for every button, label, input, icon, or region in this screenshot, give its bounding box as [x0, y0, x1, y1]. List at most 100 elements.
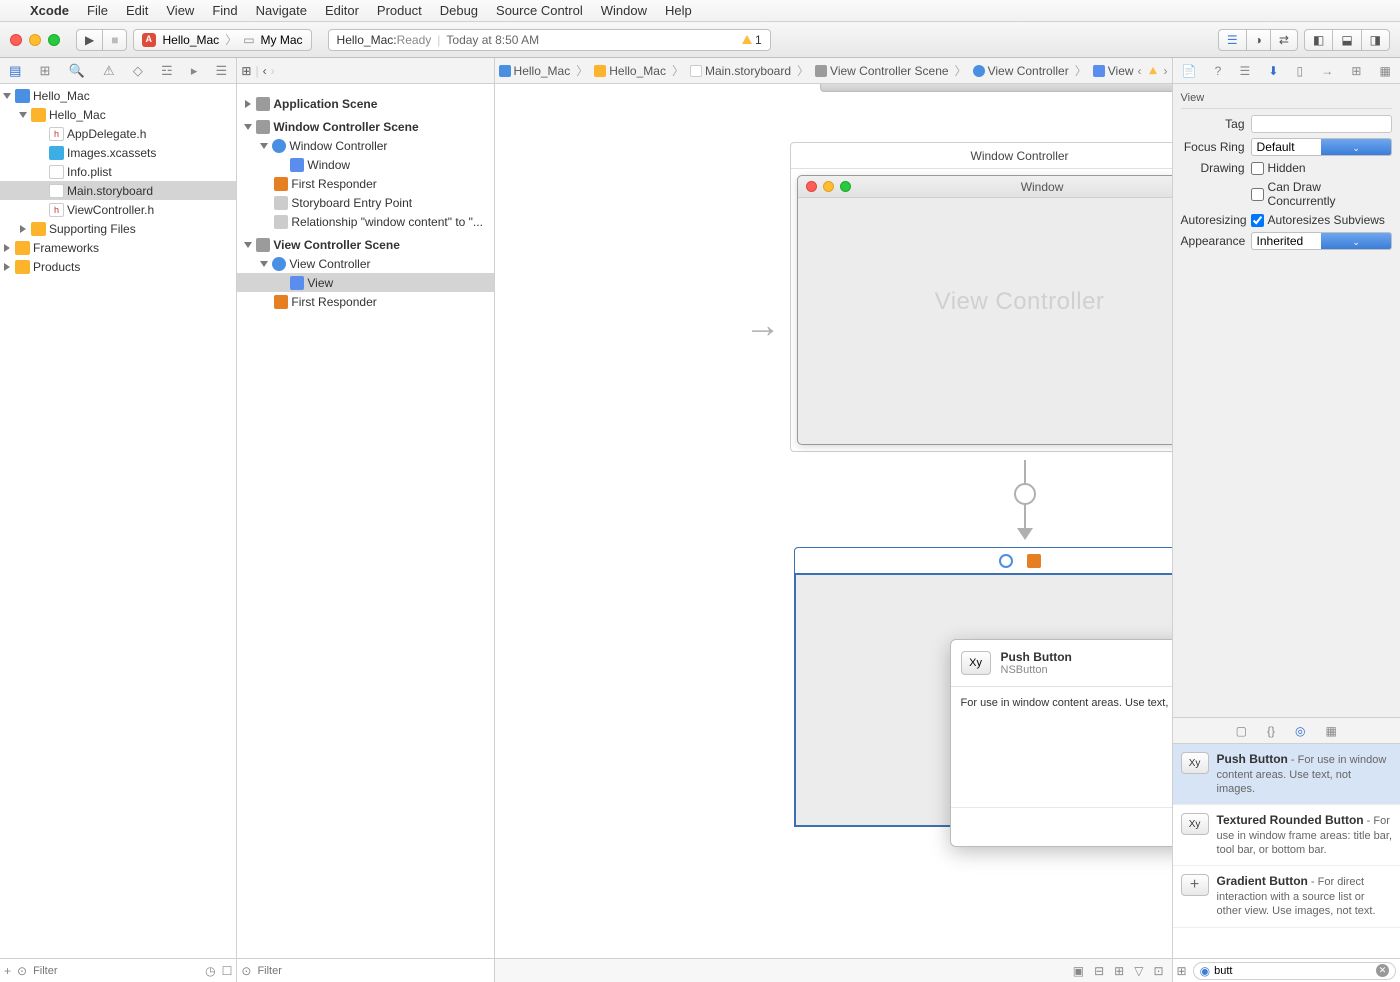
hidden-checkbox[interactable] — [1251, 162, 1264, 175]
window-preview[interactable]: Window View Controller — [797, 175, 1172, 445]
toggle-utilities-button[interactable]: ◨ — [1361, 29, 1390, 51]
add-button[interactable]: + — [4, 964, 11, 978]
tree-row[interactable]: Main.storyboard — [0, 181, 236, 200]
outline-row[interactable]: Application Scene — [237, 94, 493, 113]
appearance-select[interactable]: Inherited (Aqua)⌄ — [1251, 232, 1392, 250]
outline-row[interactable]: Window Controller — [237, 136, 493, 155]
effects-inspector-tab[interactable]: ▦ — [1379, 64, 1390, 78]
grid-view-button[interactable]: ⊞ — [1177, 964, 1187, 978]
navigator-filter-input[interactable] — [33, 965, 199, 977]
code-snippet-tab[interactable]: {} — [1267, 724, 1275, 738]
outline-row[interactable]: First Responder — [237, 292, 493, 311]
outline-tree[interactable]: Application Scene Window Controller Scene… — [237, 84, 493, 958]
resizing-button[interactable]: ⊡ — [1153, 964, 1163, 978]
clear-search-button[interactable]: ✕ — [1376, 964, 1389, 977]
menu-editor[interactable]: Editor — [325, 3, 359, 18]
tree-row[interactable]: Supporting Files — [0, 219, 236, 238]
close-button[interactable] — [10, 34, 22, 46]
tree-row[interactable]: Frameworks — [0, 238, 236, 257]
menu-product[interactable]: Product — [377, 3, 422, 18]
activity-viewer[interactable]: Hello_Mac: Ready | Today at 8:50 AM 1 — [328, 29, 771, 51]
pin-button[interactable]: ⊞ — [1114, 964, 1124, 978]
project-tree[interactable]: Hello_MacHello_MachAppDelegate.hImages.x… — [0, 84, 236, 958]
toggle-outline-button[interactable]: ▣ — [1073, 964, 1084, 978]
tree-row[interactable]: hAppDelegate.h — [0, 124, 236, 143]
jump-forward-button[interactable]: › — [1164, 64, 1168, 78]
tag-input[interactable] — [1251, 115, 1392, 133]
identity-inspector-tab[interactable]: ☰ — [1239, 64, 1250, 78]
toggle-debug-button[interactable]: ⬓ — [1332, 29, 1360, 51]
menu-file[interactable]: File — [87, 3, 108, 18]
warnings-indicator[interactable]: 1 — [742, 33, 762, 47]
size-inspector-tab[interactable]: ▯ — [1296, 64, 1303, 78]
related-items-button[interactable]: ⊞ — [241, 64, 251, 78]
tree-row[interactable]: Hello_Mac — [0, 86, 236, 105]
quickhelp-inspector-tab[interactable]: ? — [1215, 64, 1222, 78]
menu-find[interactable]: Find — [212, 3, 237, 18]
zoom-button[interactable] — [48, 34, 60, 46]
back-button[interactable]: ‹ — [263, 64, 267, 78]
segue-arrow[interactable] — [1010, 460, 1040, 540]
menu-window[interactable]: Window — [601, 3, 647, 18]
menu-navigate[interactable]: Navigate — [256, 3, 307, 18]
file-inspector-tab[interactable]: 📄 — [1182, 64, 1197, 78]
outline-row[interactable]: First Responder — [237, 174, 493, 193]
library-list[interactable]: XyPush Button - For use in window conten… — [1173, 744, 1400, 958]
jump-back-button[interactable]: ‹ — [1138, 64, 1142, 78]
first-responder-icon[interactable] — [1027, 554, 1041, 568]
outline-row[interactable]: View Controller — [237, 254, 493, 273]
minimize-button[interactable] — [29, 34, 41, 46]
menu-debug[interactable]: Debug — [440, 3, 478, 18]
version-editor-button[interactable]: ⇄ — [1270, 29, 1298, 51]
menu-xcode[interactable]: Xcode — [30, 3, 69, 18]
tree-row[interactable]: Info.plist — [0, 162, 236, 181]
file-template-tab[interactable]: ▢ — [1236, 724, 1247, 738]
issue-navigator-tab[interactable]: ⚠ — [103, 63, 115, 79]
outline-row[interactable]: Window — [237, 155, 493, 174]
symbol-navigator-tab[interactable]: ⊞ — [40, 63, 51, 79]
connections-inspector-tab[interactable]: → — [1321, 64, 1333, 78]
outline-row[interactable]: Storyboard Entry Point — [237, 193, 493, 212]
run-button[interactable]: ▶ — [76, 29, 102, 51]
debug-navigator-tab[interactable]: ☲ — [161, 63, 173, 79]
object-library-tab[interactable]: ◎ — [1295, 724, 1305, 738]
outline-row[interactable]: View — [237, 273, 493, 292]
concurrent-checkbox[interactable] — [1251, 188, 1264, 201]
tree-row[interactable]: hViewController.h — [0, 200, 236, 219]
menu-edit[interactable]: Edit — [126, 3, 148, 18]
library-search-input[interactable] — [1214, 965, 1372, 977]
attributes-inspector-tab[interactable]: ⬇ — [1268, 64, 1278, 78]
forward-button[interactable]: › — [271, 64, 275, 78]
breakpoint-navigator-tab[interactable]: ▸ — [191, 63, 198, 79]
menu-sourcecontrol[interactable]: Source Control — [496, 3, 583, 18]
scheme-selector[interactable]: Hello_Mac 〉 ▭ My Mac — [133, 29, 311, 51]
test-navigator-tab[interactable]: ◇ — [133, 63, 143, 79]
scm-filter-button[interactable]: ☐ — [222, 964, 233, 978]
viewcontroller-icon[interactable] — [999, 554, 1013, 568]
media-library-tab[interactable]: ▦ — [1326, 724, 1337, 738]
find-navigator-tab[interactable]: 🔍 — [69, 63, 85, 79]
stop-button[interactable]: ■ — [102, 29, 127, 51]
jump-bar[interactable]: Hello_Mac〉 Hello_Mac〉 Main.storyboard〉 V… — [495, 58, 1172, 84]
outline-filter-input[interactable] — [257, 965, 489, 977]
standard-editor-button[interactable]: ☰ — [1218, 29, 1246, 51]
outline-row[interactable]: Window Controller Scene — [237, 117, 493, 136]
tree-row[interactable]: Hello_Mac — [0, 105, 236, 124]
autoresize-checkbox[interactable] — [1251, 214, 1264, 227]
warning-icon[interactable] — [1149, 67, 1157, 74]
bindings-inspector-tab[interactable]: ⊞ — [1351, 64, 1361, 78]
outline-row[interactable]: Relationship "window content" to "... — [237, 212, 493, 231]
recent-filter-button[interactable]: ◷ — [205, 964, 215, 978]
scene-dock[interactable] — [795, 548, 1172, 574]
library-item[interactable]: XyPush Button - For use in window conten… — [1173, 744, 1400, 805]
project-navigator-tab[interactable]: ▤ — [9, 63, 21, 79]
toggle-navigator-button[interactable]: ◧ — [1304, 29, 1332, 51]
interface-builder-canvas[interactable]: → Window Controller Window View Controll… — [495, 84, 1172, 958]
outline-row[interactable]: View Controller Scene — [237, 235, 493, 254]
menu-help[interactable]: Help — [665, 3, 692, 18]
focusring-select[interactable]: Default⌄ — [1251, 138, 1392, 156]
tree-row[interactable]: Images.xcassets — [0, 143, 236, 162]
window-controller-scene[interactable]: Window Controller Window View Controller — [790, 142, 1172, 452]
align-button[interactable]: ⊟ — [1094, 964, 1104, 978]
menu-view[interactable]: View — [166, 3, 194, 18]
